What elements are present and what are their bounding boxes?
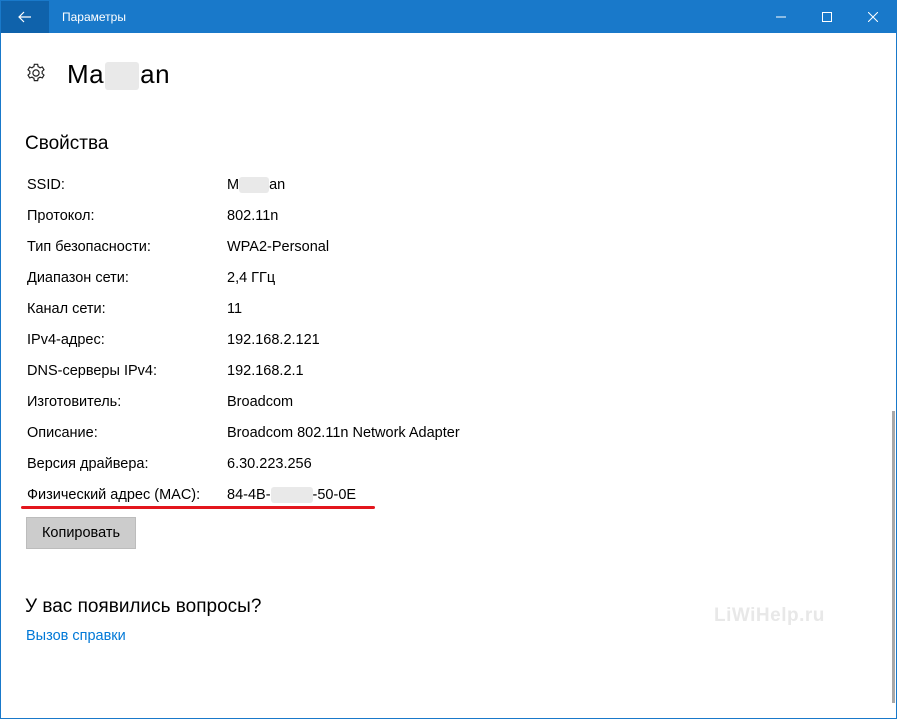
close-icon xyxy=(868,12,878,22)
property-label: Тип безопасности: xyxy=(27,239,151,255)
value-end: -50-0E xyxy=(312,487,357,503)
copy-button[interactable]: Копировать xyxy=(26,517,136,549)
property-label: Физический адрес (MAC): xyxy=(27,487,201,503)
redacted-blur xyxy=(270,487,313,504)
value-start: M xyxy=(227,177,240,193)
property-value: 2,4 ГГц xyxy=(227,270,276,286)
properties-title: Свойства xyxy=(25,133,109,154)
close-button[interactable] xyxy=(850,1,896,33)
gear-icon xyxy=(27,63,45,82)
property-value: 192.168.2.121 xyxy=(227,332,320,348)
property-label: Канал сети: xyxy=(27,301,106,317)
property-value: 11 xyxy=(227,301,243,317)
maximize-button[interactable] xyxy=(804,1,850,33)
network-name-start: Ma xyxy=(67,59,105,89)
help-title: У вас появились вопросы? xyxy=(25,596,262,617)
property-value: 192.168.2.1 xyxy=(227,363,304,379)
property-value: Man xyxy=(227,177,286,194)
property-label: Протокол: xyxy=(27,208,95,224)
redacted-blur xyxy=(105,62,140,91)
property-value: 802.11n xyxy=(227,208,279,224)
property-label: IPv4-адрес: xyxy=(27,332,105,348)
scrollbar[interactable] xyxy=(892,411,895,703)
property-label: DNS-серверы IPv4: xyxy=(27,363,157,379)
property-label: SSID: xyxy=(27,177,65,193)
highlight-underline xyxy=(21,506,375,509)
settings-window: Параметры Ma an Свойства SSID: M an Прот… xyxy=(0,0,897,719)
redacted-blur xyxy=(239,177,270,194)
property-value: 84-4B- -50-0E xyxy=(227,487,357,504)
value-end: an xyxy=(269,177,286,193)
title-bar: Параметры xyxy=(1,1,896,33)
maximize-icon xyxy=(822,12,832,22)
property-value: WPA2-Personal xyxy=(227,239,330,255)
property-label: Изготовитель: xyxy=(27,394,122,410)
property-label: Описание: xyxy=(27,425,98,441)
property-label: Версия драйвера: xyxy=(27,456,149,472)
minimize-button[interactable] xyxy=(758,1,804,33)
property-value: Broadcom 802.11n Network Adapter xyxy=(227,425,460,441)
property-value: 6.30.223.256 xyxy=(227,456,312,472)
help-link[interactable]: Вызов справки xyxy=(26,628,126,644)
back-button[interactable] xyxy=(1,1,49,33)
property-value: Broadcom xyxy=(227,394,294,410)
minimize-icon xyxy=(776,16,786,18)
watermark: LiWiHelp.ru xyxy=(714,605,825,626)
network-name-end: an xyxy=(140,59,171,89)
value-start: 84-4B- xyxy=(227,487,271,503)
window-title: Параметры xyxy=(62,10,126,24)
property-label: Диапазон сети: xyxy=(27,270,129,286)
back-arrow-icon xyxy=(18,11,31,23)
network-name: Ma an xyxy=(67,58,171,91)
